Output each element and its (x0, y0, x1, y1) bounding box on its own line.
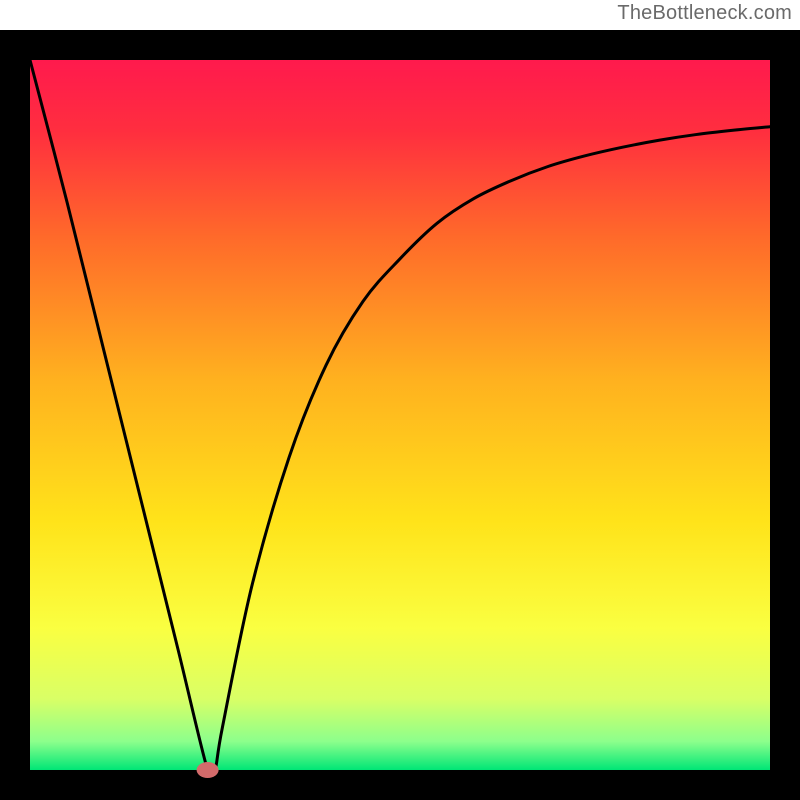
frame-bottom (0, 770, 800, 800)
bottleneck-chart (0, 0, 800, 800)
minimum-marker (197, 762, 219, 778)
plot-background (30, 60, 770, 770)
attribution-label: TheBottleneck.com (617, 2, 792, 25)
frame-right (770, 30, 800, 800)
chart-container: TheBottleneck.com (0, 0, 800, 800)
frame-top (0, 30, 800, 60)
frame-left (0, 30, 30, 800)
